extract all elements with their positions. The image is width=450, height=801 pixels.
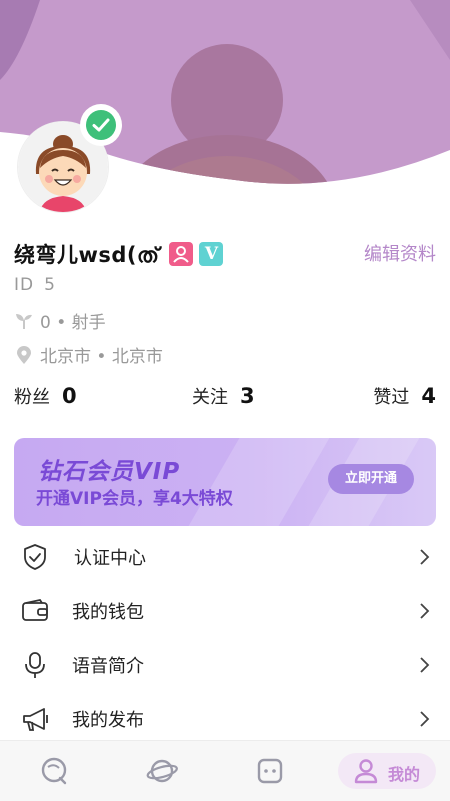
menu-label: 认证中心 bbox=[74, 548, 146, 569]
vip-subtitle: 开通VIP会员，享4大特权 bbox=[36, 489, 233, 509]
edit-profile-link[interactable]: 编辑资料 bbox=[364, 240, 436, 266]
chevron-right-icon bbox=[418, 602, 430, 620]
vip-banner[interactable]: 钻石会员VIP 开通VIP会员，享4大特权 立即开通 bbox=[14, 438, 436, 526]
fans-label: 粉丝 bbox=[14, 387, 50, 408]
shield-check-icon bbox=[20, 542, 50, 572]
user-id-value: 5 bbox=[44, 275, 56, 295]
microphone-icon bbox=[20, 650, 50, 680]
vip-activate-button[interactable]: 立即开通 bbox=[328, 464, 414, 494]
wallet-icon bbox=[20, 596, 50, 626]
zodiac-row: 0 • 射手 bbox=[14, 308, 106, 333]
menu-item-wallet[interactable]: 我的钱包 bbox=[0, 584, 450, 638]
location-text: 北京市 • 北京市 bbox=[40, 347, 163, 367]
menu-item-voice-intro[interactable]: 语音简介 bbox=[0, 638, 450, 692]
v-tag-text: V bbox=[204, 244, 219, 264]
liked-count: 4 bbox=[421, 384, 436, 408]
menu-label: 我的钱包 bbox=[72, 602, 144, 623]
bottom-tab-bar: 我的 bbox=[0, 740, 450, 801]
fans-count: 0 bbox=[62, 384, 77, 408]
check-icon bbox=[86, 110, 116, 140]
sprout-icon bbox=[14, 311, 34, 331]
menu-label: 我的发布 bbox=[72, 710, 144, 731]
menu-list: 认证中心 我的钱包 语音简介 我的发布 bbox=[0, 530, 450, 746]
profile-name: 绕弯儿wsd(ത് bbox=[14, 243, 160, 267]
location-pin-icon bbox=[14, 345, 34, 365]
zodiac-text: 0 • 射手 bbox=[40, 313, 106, 333]
liked-label: 赞过 bbox=[373, 387, 410, 408]
banner-stripe-decoration bbox=[188, 438, 330, 526]
menu-item-verification[interactable]: 认证中心 bbox=[0, 530, 450, 584]
tab-me[interactable]: 我的 bbox=[338, 753, 436, 789]
user-id-label: ID bbox=[14, 275, 35, 295]
user-icon bbox=[352, 757, 380, 785]
tab-chat-icon[interactable] bbox=[254, 755, 286, 787]
stats-row: 粉丝 0 关注 3 赞过 4 bbox=[14, 383, 436, 413]
vip-title: 钻石会员VIP bbox=[38, 459, 181, 485]
tab-me-label: 我的 bbox=[388, 765, 421, 784]
user-id-row: ID 5 bbox=[14, 275, 56, 295]
voice-tag-icon bbox=[169, 242, 194, 266]
menu-item-my-posts[interactable]: 我的发布 bbox=[0, 692, 450, 746]
tab-planet-icon[interactable] bbox=[146, 755, 178, 787]
chevron-right-icon bbox=[418, 656, 430, 674]
following-stat[interactable]: 关注 3 bbox=[192, 383, 255, 409]
following-label: 关注 bbox=[192, 387, 228, 408]
liked-stat[interactable]: 赞过 4 bbox=[373, 383, 436, 409]
following-count: 3 bbox=[240, 384, 255, 408]
chevron-right-icon bbox=[418, 710, 430, 728]
tab-messages-icon[interactable] bbox=[38, 755, 70, 787]
location-row: 北京市 • 北京市 bbox=[14, 342, 163, 367]
chevron-right-icon bbox=[418, 548, 430, 566]
v-tag-icon: V bbox=[199, 242, 224, 266]
fans-stat[interactable]: 粉丝 0 bbox=[14, 383, 77, 409]
megaphone-icon bbox=[20, 704, 50, 734]
menu-label: 语音简介 bbox=[72, 656, 144, 677]
verified-badge bbox=[80, 104, 122, 146]
profile-name-row: 绕弯儿wsd(ത് V bbox=[14, 240, 224, 268]
